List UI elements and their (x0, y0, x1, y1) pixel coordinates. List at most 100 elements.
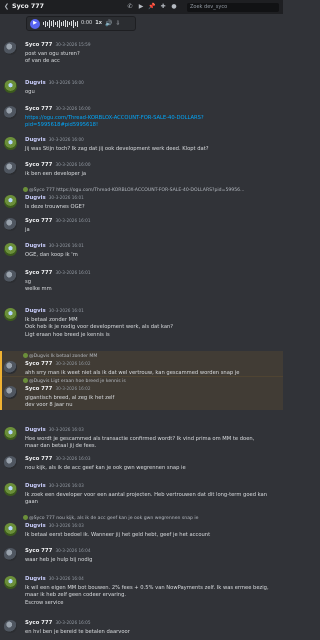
download-icon[interactable]: ⇩ (115, 20, 120, 28)
playback-speed-button[interactable]: 1x (95, 20, 102, 27)
author-name[interactable]: Syco 777 (25, 386, 52, 392)
message-text: Ik zoek een developer voor een aantal pr… (25, 492, 268, 498)
message-header: Syco 777 30-3-2026 16:01 (25, 218, 91, 225)
author-name[interactable]: Dugvis (25, 80, 46, 86)
message-header: Dugvis 30-3-2026 16:03 (25, 427, 84, 434)
waveform-bar (45, 20, 46, 27)
message-text: Escrow service (25, 599, 64, 606)
waveform-bar (61, 21, 62, 26)
author-name[interactable]: Syco 777 (25, 42, 52, 48)
message-header: Dugvis 30-3-2026 16:04 (25, 576, 84, 583)
chevron-left-icon[interactable]: ❮ (4, 3, 9, 11)
author-name[interactable]: Dugvis (25, 523, 46, 529)
message-text: maar ik heb zelf geen codeer ervaring. (25, 592, 127, 599)
waveform[interactable] (43, 19, 78, 28)
message-text: OGE, dan koop ik 'm (25, 252, 78, 258)
avatar[interactable] (4, 106, 17, 119)
reply-avatar (23, 515, 28, 520)
author-name[interactable]: Dugvis (25, 427, 46, 433)
author-name[interactable]: Syco 777 (25, 456, 52, 462)
avatar[interactable] (4, 483, 17, 496)
message-header: Dugvis 30-3-2026 16:00 (25, 137, 84, 144)
avatar[interactable] (4, 308, 17, 321)
phone-icon[interactable]: ✆ (126, 3, 134, 11)
waveform-bar (49, 19, 50, 28)
message-text: Jij was Stijn toch? Ik zag dat jij ook d… (25, 146, 209, 152)
avatar[interactable] (4, 80, 17, 93)
reply-text: @Dugvis Ik betaal zonder MM (29, 354, 98, 359)
message-text: ik ben een developer ja (25, 171, 87, 177)
author-name[interactable]: Syco 777 (25, 162, 52, 168)
waveform-bar (73, 19, 74, 28)
waveform-bar (43, 22, 44, 25)
waveform-bar (53, 20, 54, 27)
avatar[interactable] (4, 270, 17, 283)
reply-preview[interactable]: @Syco 777 https://ogu.com/Thread-KORBLOX… (23, 187, 314, 194)
author-name[interactable]: Syco 777 (25, 106, 52, 112)
message-header: Syco 777 30-3-2026 16:05 (25, 620, 91, 627)
avatar[interactable] (4, 243, 17, 256)
avatar[interactable] (4, 456, 17, 469)
author-name[interactable]: Syco 777 (25, 548, 52, 554)
timestamp: 30-3-2026 16:00 (55, 162, 91, 167)
reply-preview[interactable]: @Syco 777 nou kijk, als ik de acc geef k… (23, 515, 314, 522)
message-text: nou kijk, als ik de acc geef kan je ook … (25, 465, 186, 471)
avatar[interactable] (4, 576, 17, 589)
avatar[interactable] (4, 427, 17, 440)
author-name[interactable]: Dugvis (25, 483, 46, 489)
waveform-bar (69, 22, 70, 25)
message-header: Dugvis 30-3-2026 16:01 (25, 243, 84, 250)
timestamp: 30-3-2026 16:03 (48, 483, 84, 488)
author-name[interactable]: Syco 777 (25, 361, 52, 367)
message-text: waar heb je hulp bij nodig (25, 557, 93, 563)
page-title: Syco 777 (12, 2, 45, 10)
author-name[interactable]: Dugvis (25, 243, 46, 249)
author-name[interactable]: Syco 777 (25, 218, 52, 224)
avatar[interactable] (4, 523, 17, 536)
message-header: Dugvis 30-3-2026 16:00 (25, 80, 84, 87)
video-icon[interactable]: ▶ (137, 3, 145, 11)
reply-avatar (23, 378, 28, 383)
avatar[interactable] (4, 137, 17, 150)
pin-icon[interactable]: 📌 (148, 3, 156, 11)
reply-text: @Syco 777 nou kijk, als ik de acc geef k… (29, 516, 199, 521)
message-header: Dugvis 30-3-2026 16:01 (25, 308, 84, 315)
volume-icon[interactable]: 🔊 (105, 20, 112, 28)
message-header: Syco 777 30-3-2026 15:59 (25, 42, 91, 49)
author-name[interactable]: Syco 777 (25, 270, 52, 276)
reply-preview[interactable]: @Dugvis Ik betaal zonder MM (23, 353, 314, 360)
play-icon[interactable]: ▶ (30, 18, 40, 29)
author-name[interactable]: Syco 777 (25, 620, 52, 626)
avatar[interactable] (4, 386, 17, 399)
avatar[interactable] (4, 195, 17, 208)
timestamp: 30-3-2026 16:01 (48, 243, 84, 248)
avatar[interactable] (4, 620, 17, 633)
author-name[interactable]: Dugvis (25, 308, 46, 314)
message-text: Hoe wordt je gescammed als transactie co… (25, 436, 255, 442)
timestamp: 30-3-2026 16:05 (55, 620, 91, 625)
avatar[interactable] (4, 42, 17, 55)
avatar[interactable] (4, 162, 17, 175)
author-name[interactable]: Dugvis (25, 576, 46, 582)
message-text: Ligt eraan hoe breed je kennis is (25, 331, 110, 338)
waveform-bar (59, 19, 60, 28)
message-header: Dugvis 30-3-2026 16:03 (25, 483, 84, 490)
search-input[interactable]: Zoek dev_syco (187, 2, 279, 12)
message-link[interactable]: pid=5995618#pid5995618! (25, 122, 314, 129)
title-bar: ❮ Syco 777 ✆ ▶ 📌 ✚ ● Zoek dev_syco (0, 0, 283, 14)
avatar[interactable] (4, 218, 17, 231)
message-header: Syco 777 30-3-2026 16:01 (25, 270, 91, 277)
timestamp: 30-3-2026 16:01 (48, 195, 84, 200)
message-text: Ik betaal eerst bedoel ik. Wanneer jij h… (25, 532, 211, 538)
voice-message-player: ▶ 0:00 1x 🔊 ⇩ (26, 16, 136, 31)
avatar[interactable] (4, 361, 17, 374)
author-name[interactable]: Dugvis (25, 195, 46, 201)
message-text: gaan (25, 499, 38, 506)
avatar[interactable] (4, 548, 17, 561)
profile-icon[interactable]: ● (170, 3, 178, 11)
author-name[interactable]: Dugvis (25, 137, 46, 143)
add-user-icon[interactable]: ✚ (159, 3, 167, 11)
reply-preview[interactable]: @Dugvis Ligt eraan hoe breed je kennis i… (23, 378, 314, 385)
message-link[interactable]: https://ogu.com/Thread-KORBLOX-ACCOUNT-F… (25, 115, 314, 122)
reply-avatar (23, 353, 28, 358)
